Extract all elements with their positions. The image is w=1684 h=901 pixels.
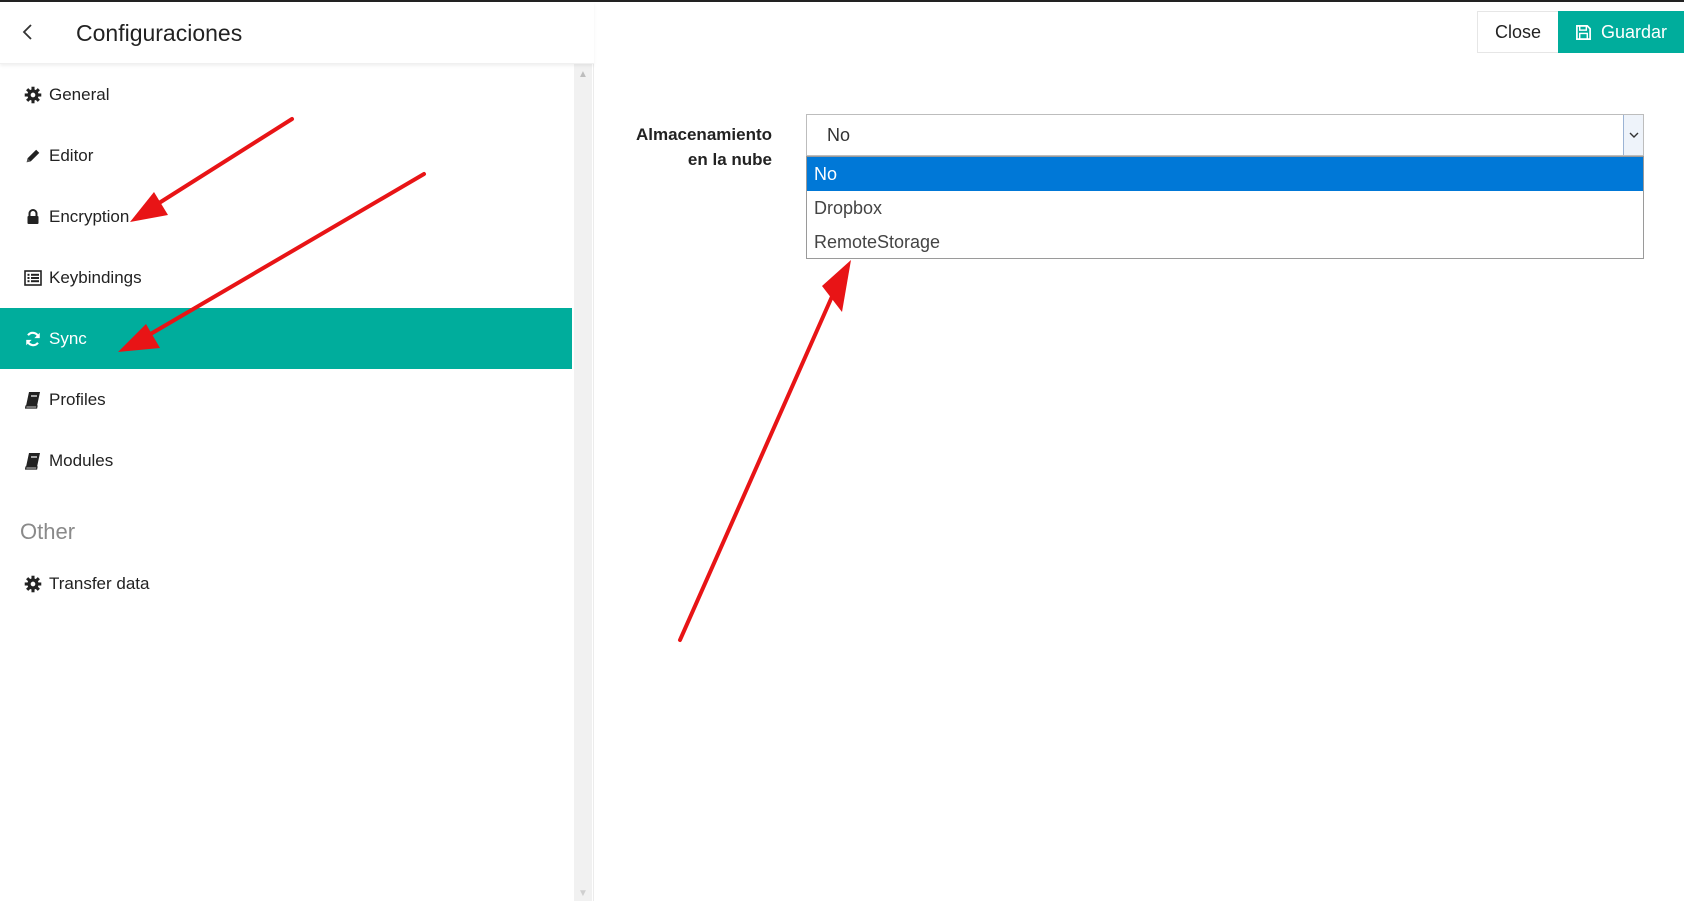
close-button[interactable]: Close — [1477, 11, 1559, 53]
book-icon — [23, 451, 42, 470]
sync-icon — [23, 329, 42, 348]
sidebar-item-label: Modules — [49, 450, 114, 470]
sidebar-item-label: Sync — [49, 328, 87, 348]
cloud-storage-label: Almacenamiento en la nube — [635, 125, 772, 169]
sidebar-scrollbar[interactable]: ▲ ▼ — [574, 64, 592, 901]
sidebar-item-label: Keybindings — [49, 267, 142, 287]
option-dropbox[interactable]: Dropbox — [807, 191, 1643, 225]
main-header: Close Guardar — [594, 2, 1684, 62]
sidebar-item-label: Profiles — [49, 389, 106, 409]
annotation-arrow — [678, 260, 851, 642]
sidebar-item-keybindings[interactable]: Keybindings — [0, 247, 572, 308]
option-remotestorage[interactable]: RemoteStorage — [807, 225, 1643, 259]
select-current-value: No — [827, 125, 851, 145]
settings-nav: General Editor Encryption Keybindings Sy… — [0, 64, 572, 614]
sidebar-item-label: Transfer data — [49, 573, 150, 593]
scroll-down-icon[interactable]: ▼ — [578, 889, 588, 899]
sidebar-item-general[interactable]: General — [0, 64, 572, 125]
sidebar-item-editor[interactable]: Editor — [0, 125, 572, 186]
sidebar-item-label: Editor — [49, 145, 94, 165]
scroll-up-icon[interactable]: ▲ — [578, 70, 588, 80]
chevron-left-icon — [22, 24, 32, 40]
list-icon — [23, 268, 42, 287]
page-title: Configuraciones — [76, 20, 243, 46]
sidebar-item-modules[interactable]: Modules — [0, 430, 572, 491]
chevron-down-icon[interactable] — [1623, 115, 1643, 155]
cloud-storage-options: No Dropbox RemoteStorage — [806, 156, 1644, 259]
section-heading-other: Other — [20, 519, 76, 544]
settings-sidebar: Configuraciones General Editor Encryptio… — [0, 2, 594, 901]
save-button-label: Guardar — [1600, 21, 1668, 42]
book-icon — [23, 390, 42, 409]
cloud-storage-select[interactable]: No — [806, 114, 1644, 156]
pencil-icon — [23, 146, 42, 165]
sidebar-item-label: Encryption — [49, 206, 130, 226]
gear-icon — [23, 85, 42, 104]
lock-icon — [23, 207, 42, 226]
save-button[interactable]: Guardar — [1558, 11, 1684, 53]
sidebar-item-sync[interactable]: Sync — [0, 308, 572, 369]
sidebar-item-profiles[interactable]: Profiles — [0, 369, 572, 430]
sidebar-item-encryption[interactable]: Encryption — [0, 186, 572, 247]
option-no[interactable]: No — [807, 157, 1643, 191]
sidebar-item-label: General — [49, 84, 110, 104]
sidebar-header: Configuraciones — [0, 2, 594, 64]
sidebar-item-transfer-data[interactable]: Transfer data — [0, 553, 572, 614]
back-button[interactable] — [14, 18, 42, 46]
floppy-disk-icon — [1575, 24, 1592, 41]
gear-icon — [23, 574, 42, 593]
